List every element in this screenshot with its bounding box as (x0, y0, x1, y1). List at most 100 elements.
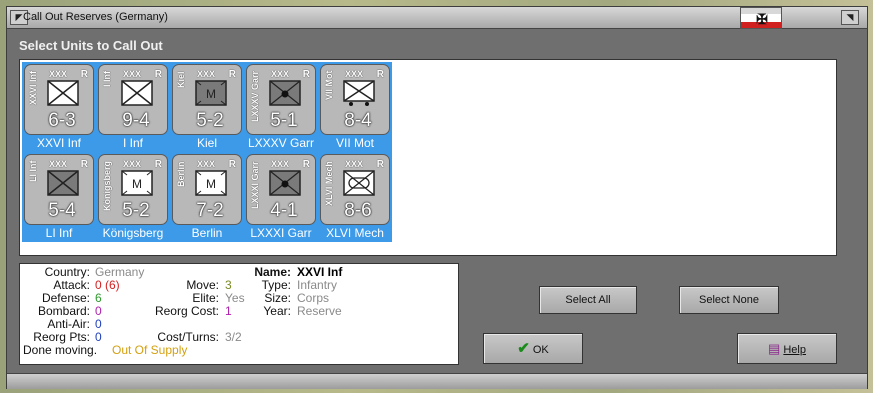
unit-name: VII Mot (335, 136, 374, 150)
year-value: Reserve (297, 304, 342, 318)
unit-size: XXX (345, 69, 364, 79)
country-value: Germany (95, 265, 145, 279)
cost-turns-value: 3/2 (225, 330, 242, 344)
unit-cell[interactable]: XXX R VII Mot 8-4 VII Mot (318, 62, 392, 152)
svg-text:M: M (206, 177, 216, 191)
size-label: Size: (264, 291, 291, 305)
unit-cell[interactable]: XXX R Berlin M 7-2 Berlin (170, 152, 244, 242)
unit-name: LI Inf (45, 226, 73, 240)
close-icon[interactable]: ◥ (841, 10, 859, 25)
unit-strength: 5-1 (270, 110, 298, 131)
unit-symbol-icon: M (195, 170, 227, 196)
reserve-marker: R (376, 159, 384, 170)
unit-cell[interactable]: XXX R LXXXV Garr 5-1 LXXXV Garr (244, 62, 318, 152)
reserve-marker: R (376, 69, 384, 80)
unit-size: XXX (345, 159, 364, 169)
unit-size: XXX (197, 159, 216, 169)
done-moving-label: Done moving. (23, 343, 98, 357)
unit-counter[interactable]: XXX R LI Inf 5-4 (24, 154, 94, 225)
type-value: Infantry (297, 278, 338, 292)
unit-cell[interactable]: XXX R XXVI Inf 6-3 XXVI Inf (22, 62, 96, 152)
unit-name: LXXXI Garr (250, 226, 312, 240)
unit-cell[interactable]: XXX R LI Inf 5-4 LI Inf (22, 152, 96, 242)
unit-size: XXX (197, 69, 216, 79)
unit-cell[interactable]: XXX R LXXXI Garr 4-1 LXXXI Garr (244, 152, 318, 242)
reserve-marker: R (154, 69, 162, 80)
unit-strength: 9-4 (122, 110, 150, 131)
checkmark-icon: ✔ (517, 340, 530, 357)
unit-strength: 6-3 (48, 110, 76, 131)
unit-size: XXX (49, 69, 68, 79)
unit-counter[interactable]: XXX R Kiel M 5-2 (172, 64, 242, 135)
unit-counter[interactable]: XXX R XXVI Inf 6-3 (24, 64, 94, 135)
name-label: Name: (254, 265, 291, 279)
attack-label: Attack: (53, 278, 90, 292)
select-all-button[interactable]: Select All (539, 286, 637, 314)
help-button[interactable]: ▤ Help (737, 333, 837, 364)
title-bar: ◤ Call Out Reserves (Germany) ✠ ◥ (7, 7, 867, 29)
unit-symbol-icon: M (121, 170, 153, 196)
move-value: 3 (225, 278, 232, 292)
attack-value: 0 (6) (95, 278, 120, 292)
reorg-label: Reorg Pts: (33, 330, 90, 344)
unit-strength: 5-2 (122, 200, 150, 221)
unit-cell[interactable]: XXX R I Inf 9-4 I Inf (96, 62, 170, 152)
unit-counter[interactable]: XXX R I Inf 9-4 (98, 64, 168, 135)
help-book-icon: ▤ (768, 341, 781, 356)
unit-size: XXX (123, 69, 142, 79)
unit-grid: XXX R XXVI Inf 6-3 XXVI Inf XXX R I Inf 9-4 I Inf… (22, 62, 392, 242)
unit-symbol-icon: M (195, 80, 227, 106)
unit-counter[interactable]: XXX R XLVI Mech 8-6 (320, 154, 390, 225)
select-none-button[interactable]: Select None (679, 286, 779, 314)
reserve-marker: R (302, 159, 310, 170)
unit-counter[interactable]: XXX R Königsberg M 5-2 (98, 154, 168, 225)
unit-name: XLVI Mech (326, 226, 384, 240)
unit-cell[interactable]: XXX R Königsberg M 5-2 Königsberg (96, 152, 170, 242)
country-label: Country: (44, 265, 90, 279)
unit-symbol-icon (121, 80, 153, 106)
unit-strength: 5-2 (196, 110, 224, 131)
elite-value: Yes (225, 291, 245, 305)
germany-flag-icon: ✠ (740, 7, 782, 29)
elite-label: Elite: (192, 291, 219, 305)
unit-name: XXVI Inf (36, 136, 82, 150)
antiair-value: 0 (95, 317, 102, 331)
unit-symbol-icon (343, 80, 375, 106)
unit-size: XXX (49, 159, 68, 169)
unit-counter[interactable]: XXX R LXXXV Garr 5-1 (246, 64, 316, 135)
bombard-value: 0 (95, 304, 102, 318)
unit-counter[interactable]: XXX R LXXXI Garr 4-1 (246, 154, 316, 225)
unit-name: Kiel (196, 136, 217, 150)
unit-strength: 8-6 (344, 200, 372, 221)
unit-size: XXX (271, 69, 290, 79)
ok-button[interactable]: ✔ OK (483, 333, 583, 364)
size-value: Corps (297, 291, 330, 305)
unit-size: XXX (271, 159, 290, 169)
unit-name: Berlin (191, 226, 223, 240)
reserve-marker: R (80, 159, 88, 170)
unit-name: LXXXV Garr (247, 136, 315, 150)
reserve-marker: R (154, 159, 162, 170)
svg-text:M: M (206, 87, 216, 101)
supply-status: Out Of Supply (112, 343, 188, 357)
unit-cell[interactable]: XXX R XLVI Mech 8-6 XLVI Mech (318, 152, 392, 242)
unit-cell[interactable]: XXX R Kiel M 5-2 Kiel (170, 62, 244, 152)
reserve-marker: R (302, 69, 310, 80)
cost-turns-label: Cost/Turns: (157, 330, 219, 344)
reserve-marker: R (228, 159, 236, 170)
ok-label: OK (532, 344, 549, 356)
help-label: Help (783, 344, 806, 356)
reserve-marker: R (228, 69, 236, 80)
unit-counter[interactable]: XXX R VII Mot 8-4 (320, 64, 390, 135)
select-units-heading: Select Units to Call Out (19, 38, 163, 53)
unit-name: Königsberg (102, 226, 164, 240)
unit-symbol-icon (269, 170, 301, 196)
window-title: Call Out Reserves (Germany) (23, 11, 168, 23)
move-label: Move: (186, 278, 219, 292)
map-status-bar (7, 373, 867, 389)
unit-info-panel: Country: Germany Attack: 0 (6) Defense: … (19, 263, 459, 365)
unit-strength: 8-4 (344, 110, 372, 131)
unit-list-panel: XXX R XXVI Inf 6-3 XXVI Inf XXX R I Inf 9-4 I Inf… (19, 59, 837, 256)
defense-label: Defense: (41, 291, 90, 305)
unit-counter[interactable]: XXX R Berlin M 7-2 (172, 154, 242, 225)
